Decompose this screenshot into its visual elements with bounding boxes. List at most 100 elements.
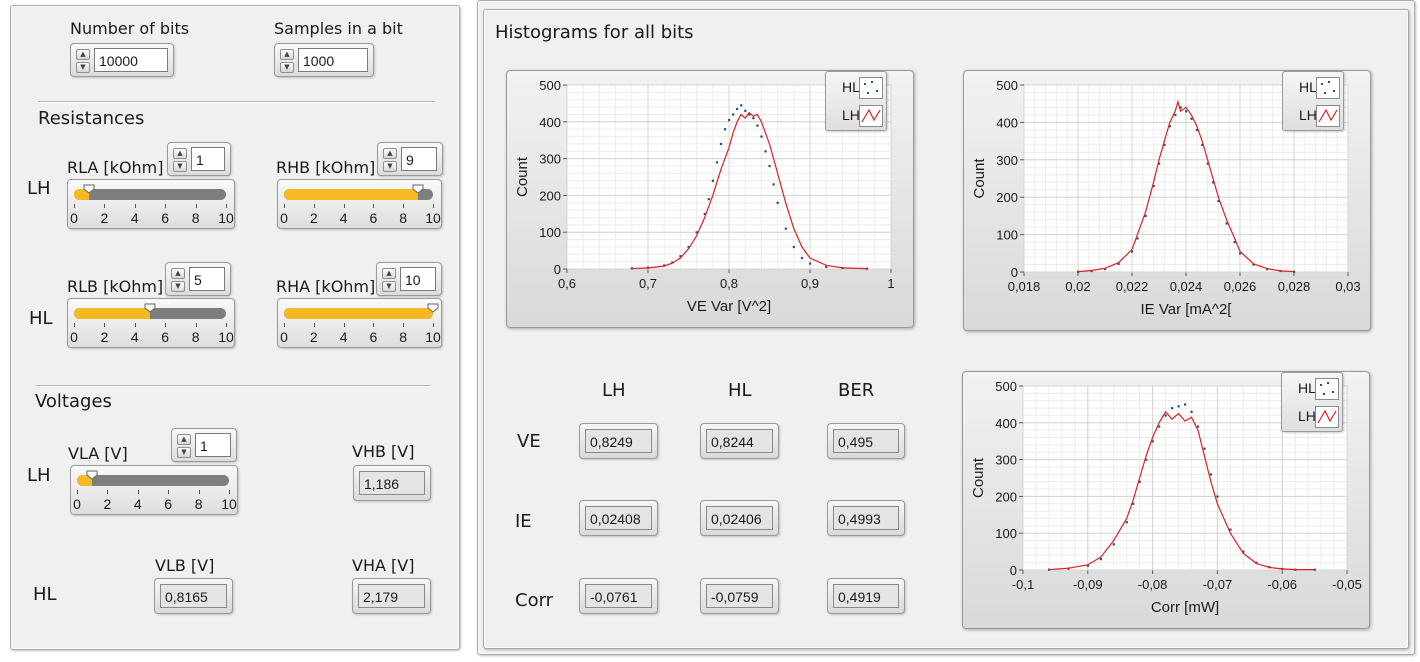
rla-control[interactable]: ▲ ▼ 1 bbox=[167, 142, 231, 176]
legend-item-lh[interactable]: LH bbox=[1283, 103, 1345, 129]
hl-series-point bbox=[715, 161, 719, 164]
slider-tick bbox=[373, 204, 375, 208]
plot-legend[interactable]: HL LH bbox=[825, 71, 887, 131]
number-of-bits-input[interactable]: 10000 bbox=[94, 48, 168, 72]
plot-legend[interactable]: HL LH bbox=[1282, 71, 1344, 131]
hl-series-point bbox=[1190, 410, 1193, 413]
slider-fill bbox=[284, 308, 433, 319]
decrement-arrow-icon[interactable]: ▼ bbox=[383, 161, 397, 172]
rlb-input[interactable]: 5 bbox=[189, 267, 225, 291]
hl-series-point bbox=[1164, 414, 1167, 417]
slider-tick-label: 4 bbox=[130, 329, 139, 345]
col-header-ber: BER bbox=[838, 380, 875, 401]
samples-in-a-bit-label: Samples in a bit bbox=[274, 19, 403, 38]
slider-track[interactable] bbox=[74, 189, 226, 200]
decrement-arrow-icon[interactable]: ▼ bbox=[173, 161, 187, 172]
slider-thumb-icon[interactable] bbox=[83, 179, 95, 194]
rhb-input[interactable]: 9 bbox=[401, 147, 437, 171]
slider-thumb-icon[interactable] bbox=[144, 298, 156, 313]
slider-tick-label: 0 bbox=[70, 210, 78, 226]
y-tick-label: 0 bbox=[1011, 265, 1018, 280]
rla-slider[interactable]: 0 2 4 6 8 10 bbox=[67, 179, 235, 229]
vla-slider[interactable]: 0 2 4 6 8 10 bbox=[70, 465, 238, 515]
decrement-arrow-icon[interactable]: ▼ bbox=[280, 62, 294, 73]
slider-scale: 0 2 4 6 8 10 bbox=[70, 204, 234, 226]
slider-track[interactable] bbox=[284, 308, 433, 319]
rla-label: RLA [kOhm] bbox=[67, 158, 164, 177]
y-axis-label: Count bbox=[970, 457, 987, 498]
slider-tick bbox=[195, 204, 197, 208]
slider-tick-label: 6 bbox=[369, 210, 378, 226]
rhb-slider[interactable]: 0 2 4 6 8 10 bbox=[277, 179, 442, 229]
slider-tick bbox=[284, 204, 285, 208]
slider-thumb-icon[interactable] bbox=[427, 298, 439, 313]
increment-arrow-icon[interactable]: ▲ bbox=[76, 49, 90, 60]
increment-arrow-icon[interactable]: ▲ bbox=[280, 49, 294, 60]
slider-tick-label: 2 bbox=[100, 329, 109, 345]
y-axis-label: Count bbox=[514, 156, 531, 197]
rlb-slider[interactable]: 0 2 4 6 8 10 bbox=[67, 298, 235, 348]
slider-tick-label: 6 bbox=[161, 210, 170, 226]
increment-arrow-icon[interactable]: ▲ bbox=[171, 268, 185, 279]
y-tick-label: 300 bbox=[539, 152, 561, 167]
ve-var-histogram[interactable]: 0,6 0,7 0,8 0,9 1 0 100 200 300 400 500 VE Var [V^2… bbox=[506, 70, 914, 328]
corr-lh-value: -0,0761 bbox=[585, 584, 652, 608]
y-tick-label: 300 bbox=[995, 453, 1017, 468]
slider-tick bbox=[74, 204, 75, 208]
slider-tick-label: 8 bbox=[399, 329, 408, 345]
corr-histogram[interactable]: -0,1 -0,09 -0,08 -0,07 -0,06 -0,05 0 100 200 300 4… bbox=[962, 371, 1370, 629]
rla-input[interactable]: 1 bbox=[191, 147, 225, 171]
y-tick-label: 200 bbox=[996, 190, 1018, 205]
slider-track[interactable] bbox=[77, 475, 229, 486]
slider-thumb-icon[interactable] bbox=[412, 179, 424, 194]
slider-tick-label: 4 bbox=[339, 329, 348, 345]
legend-item-lh[interactable]: LH bbox=[826, 103, 888, 129]
legend-item-hl[interactable]: HL bbox=[1283, 75, 1345, 101]
x-tick-label: 0,8 bbox=[720, 276, 738, 291]
rha-slider[interactable]: 0 2 4 6 8 10 bbox=[277, 298, 442, 348]
rlb-control[interactable]: ▲ ▼ 5 bbox=[165, 262, 231, 296]
voltages-title: Voltages bbox=[35, 391, 112, 412]
slider-tick-label: 8 bbox=[194, 496, 203, 512]
lh-line-icon bbox=[1315, 406, 1339, 428]
decrement-arrow-icon[interactable]: ▼ bbox=[382, 281, 396, 292]
rha-control[interactable]: ▲ ▼ 10 bbox=[376, 262, 442, 296]
histograms-inner-panel: Histograms for all bits 0,6 0,7 0,8 0,9 1 0 10… bbox=[483, 9, 1409, 649]
ie-var-histogram[interactable]: 0,018 0,02 0,022 0,024 0,026 0,028 0,03 0 100 200… bbox=[963, 70, 1371, 331]
slider-tick-label: 8 bbox=[399, 210, 408, 226]
number-of-bits-label: Number of bits bbox=[70, 19, 190, 38]
increment-arrow-icon[interactable]: ▲ bbox=[177, 434, 191, 445]
col-header-hl: HL bbox=[728, 380, 752, 401]
rhb-control[interactable]: ▲ ▼ 9 bbox=[377, 142, 443, 176]
vhb-label: VHB [V] bbox=[352, 442, 415, 461]
hl-series-point bbox=[740, 104, 743, 107]
legend-item-hl[interactable]: HL bbox=[826, 75, 888, 101]
slider-tick bbox=[226, 204, 227, 208]
decrement-arrow-icon[interactable]: ▼ bbox=[177, 447, 191, 458]
increment-arrow-icon[interactable]: ▲ bbox=[382, 268, 396, 279]
samples-in-a-bit-input[interactable]: 1000 bbox=[298, 48, 368, 72]
separator bbox=[38, 101, 435, 103]
decrement-arrow-icon[interactable]: ▼ bbox=[76, 62, 90, 73]
decrement-arrow-icon[interactable]: ▼ bbox=[171, 281, 185, 292]
vla-control[interactable]: ▲ ▼ 1 bbox=[171, 428, 237, 462]
legend-label: LH bbox=[1298, 408, 1316, 424]
slider-tick bbox=[168, 490, 170, 494]
slider-tick bbox=[313, 323, 315, 327]
samples-in-a-bit-control[interactable]: ▲ ▼ 1000 bbox=[274, 43, 374, 77]
plot-legend[interactable]: HL LH bbox=[1281, 372, 1343, 432]
increment-arrow-icon[interactable]: ▲ bbox=[383, 148, 397, 159]
x-tick-label: -0,08 bbox=[1138, 577, 1168, 592]
legend-label: HL bbox=[1299, 79, 1317, 95]
hl-series-point bbox=[768, 164, 771, 168]
hl-points-icon bbox=[1315, 378, 1339, 400]
increment-arrow-icon[interactable]: ▲ bbox=[173, 148, 187, 159]
legend-item-lh[interactable]: LH bbox=[1282, 404, 1344, 430]
legend-item-hl[interactable]: HL bbox=[1282, 376, 1344, 402]
x-tick-label: -0,1 bbox=[1012, 577, 1034, 592]
slider-thumb-icon[interactable] bbox=[86, 465, 98, 480]
vla-input[interactable]: 1 bbox=[195, 433, 231, 457]
slider-track[interactable] bbox=[284, 189, 433, 200]
rha-input[interactable]: 10 bbox=[400, 267, 436, 291]
number-of-bits-control[interactable]: ▲ ▼ 10000 bbox=[70, 43, 174, 77]
